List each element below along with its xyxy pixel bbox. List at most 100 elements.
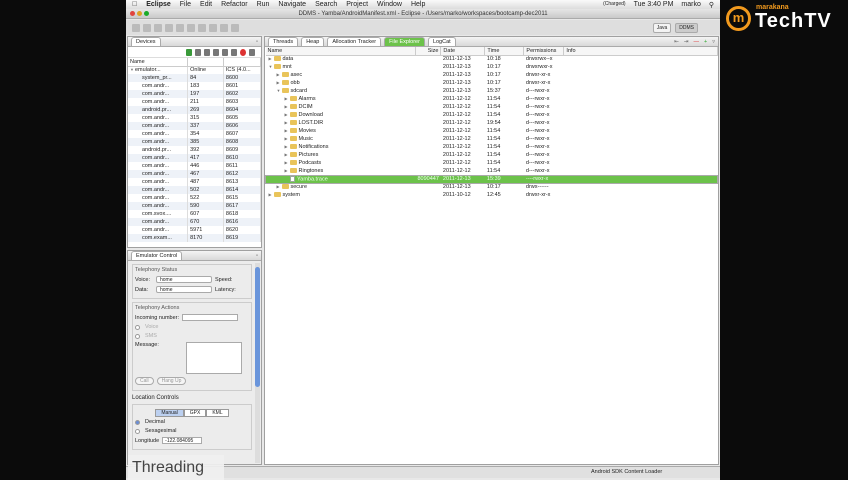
file-row[interactable]: ▶ DCIM 2011-12-12 11:54 d---rwxr-x	[266, 103, 718, 111]
menu-project[interactable]: Project	[346, 1, 368, 8]
tab-allocation-tracker[interactable]: Allocation Tracker	[327, 37, 382, 46]
battery-status[interactable]: (Charged)	[603, 1, 626, 9]
process-row[interactable]: android.pr... 392 8609	[128, 146, 262, 154]
user-menu[interactable]: marko	[681, 1, 700, 9]
file-row[interactable]: ▶ Notifications 2011-12-12 11:54 d---rwxr-x	[266, 143, 718, 151]
menu-help[interactable]: Help	[411, 1, 425, 8]
process-row[interactable]: com.andr... 446 8611	[128, 162, 262, 170]
col-name[interactable]: Name	[265, 47, 416, 56]
save-icon[interactable]	[143, 23, 151, 32]
sms-radio[interactable]: SMS	[145, 333, 157, 339]
col-state[interactable]	[187, 58, 224, 67]
perspective-ddms[interactable]: DDMS	[675, 23, 698, 33]
collapsed-arrow-icon[interactable]: ▶	[285, 168, 290, 173]
process-row[interactable]: com.andr... 337 8606	[128, 122, 262, 130]
menu-edit[interactable]: Edit	[200, 1, 212, 8]
menu-app[interactable]: Eclipse	[146, 1, 171, 8]
file-row[interactable]: ▶ Movies 2011-12-12 11:54 d---rwxr-x	[266, 127, 718, 135]
collapsed-arrow-icon[interactable]: ▶	[285, 120, 290, 125]
process-row[interactable]: com.andr... 502 8614	[128, 186, 262, 194]
screen-capture-icon[interactable]	[249, 48, 255, 56]
dump-hprof-icon[interactable]	[204, 48, 210, 56]
data-select[interactable]: home	[156, 286, 212, 293]
collapsed-arrow-icon[interactable]: ▶	[269, 56, 274, 61]
expanded-arrow-icon[interactable]: ▼	[269, 64, 274, 69]
voice-radio[interactable]: Voice	[145, 324, 158, 330]
menu-run[interactable]: Run	[257, 1, 270, 8]
file-row[interactable]: ▼ mnt 2011-12-13 10:17 drwxrwxr-x	[266, 63, 718, 71]
process-row[interactable]: com.exam... 8170 8619	[128, 234, 262, 242]
push-file-icon[interactable]: ⇥	[684, 39, 689, 45]
col-time[interactable]: Time	[484, 47, 525, 56]
file-row[interactable]: ▶ Ringtones 2011-12-12 11:54 d---rwxr-x	[266, 167, 718, 175]
process-row[interactable]: system_pr... 84 8600	[128, 74, 262, 82]
process-row[interactable]: com.andr... 197 8602	[128, 90, 262, 98]
process-row[interactable]: com.andr... 5971 8620	[128, 226, 262, 234]
message-textarea[interactable]	[186, 342, 242, 374]
file-row[interactable]: Yamba.trace 8090447 2011-12-13 15:39 ----rwx…	[265, 175, 718, 183]
file-row[interactable]: ▶ system 2011-10-12 12:45 drwxr-xr-x	[266, 191, 718, 199]
collapsed-arrow-icon[interactable]: ▶	[269, 192, 274, 197]
process-row[interactable]: com.andr... 183 8601	[128, 82, 262, 90]
collapsed-arrow-icon[interactable]: ▶	[285, 160, 290, 165]
process-row[interactable]: com.andr... 590 8617	[128, 202, 262, 210]
clock[interactable]: Tue 3:40 PM	[634, 1, 674, 9]
col-info[interactable]: Info	[563, 47, 718, 56]
file-row[interactable]: ▶ asec 2011-12-13 10:17 drwxr-xr-x	[266, 71, 718, 79]
tab-gpx[interactable]: GPX	[183, 409, 207, 417]
col-permissions[interactable]: Permissions	[523, 47, 565, 56]
file-row[interactable]: ▶ Pictures 2011-12-12 11:54 d---rwxr-x	[266, 151, 718, 159]
process-row[interactable]: com.andr... 467 8612	[128, 170, 262, 178]
menu-search[interactable]: Search	[315, 1, 337, 8]
collapsed-arrow-icon[interactable]: ▶	[277, 72, 282, 77]
sexagesimal-radio[interactable]: Sexagesimal	[145, 428, 177, 434]
collapsed-arrow-icon[interactable]: ▶	[285, 112, 290, 117]
col-date[interactable]: Date	[440, 47, 486, 56]
file-row[interactable]: ▶ Music 2011-12-12 11:54 d---rwxr-x	[266, 135, 718, 143]
col-name[interactable]: Name	[128, 58, 189, 67]
device-row[interactable]: ▼emulator... Online ICS (4.0...	[128, 66, 262, 74]
process-row[interactable]: com.andr... 487 8613	[128, 178, 262, 186]
spotlight-icon[interactable]: ⚲	[709, 1, 714, 9]
view-menu-icon[interactable]: ▿	[712, 39, 715, 45]
debug-icon[interactable]	[187, 23, 195, 32]
stop-process-icon[interactable]	[240, 48, 246, 56]
collapsed-arrow-icon[interactable]: ▶	[277, 184, 282, 189]
menu-navigate[interactable]: Navigate	[278, 1, 306, 8]
file-row[interactable]: ▶ Podcasts 2011-12-12 11:54 d---rwxr-x	[266, 159, 718, 167]
process-row[interactable]: android.pr... 269 8604	[128, 106, 262, 114]
tab-kml[interactable]: KML	[206, 409, 229, 417]
menu-refactor[interactable]: Refactor	[221, 1, 247, 8]
collapsed-arrow-icon[interactable]: ▶	[285, 144, 290, 149]
file-row[interactable]: ▶ data 2011-12-13 10:18 drwxrwx--x	[266, 55, 718, 63]
apple-icon[interactable]: 	[132, 1, 137, 8]
tab-devices[interactable]: Devices	[131, 37, 161, 46]
call-button[interactable]: Call	[135, 377, 154, 385]
expanded-arrow-icon[interactable]: ▼	[277, 88, 282, 93]
debug-process-icon[interactable]	[186, 48, 192, 56]
tab-logcat[interactable]: LogCat	[427, 37, 456, 46]
method-profiling-icon[interactable]	[231, 48, 237, 56]
col-size[interactable]: Size	[415, 47, 442, 56]
new-icon[interactable]	[132, 23, 140, 32]
update-threads-icon[interactable]	[222, 48, 228, 56]
file-row[interactable]: ▶ LOST.DIR 2011-12-12 19:54 d---rwxr-x	[266, 119, 718, 127]
view-minmax-icon[interactable]: ▫	[256, 39, 261, 45]
collapsed-arrow-icon[interactable]: ▶	[277, 80, 282, 85]
menu-window[interactable]: Window	[377, 1, 402, 8]
process-row[interactable]: com.andr... 211 8603	[128, 98, 262, 106]
collapsed-arrow-icon[interactable]: ▶	[285, 136, 290, 141]
process-row[interactable]: com.andr... 670 8616	[128, 218, 262, 226]
close-button[interactable]	[130, 11, 135, 16]
process-row[interactable]: com.andr... 417 8610	[128, 154, 262, 162]
file-row[interactable]: ▼ sdcard 2011-12-13 15:37 d---rwxr-x	[266, 87, 718, 95]
collapsed-arrow-icon[interactable]: ▶	[285, 104, 290, 109]
hang-up-button[interactable]: Hang Up	[156, 377, 187, 385]
file-row[interactable]: ▶ obb 2011-12-13 10:17 drwxr-xr-x	[266, 79, 718, 87]
tab-heap[interactable]: Heap	[301, 37, 325, 46]
cause-gc-icon[interactable]	[213, 48, 219, 56]
process-row[interactable]: com.andr... 385 8608	[128, 138, 262, 146]
perspective-java[interactable]: Java	[652, 23, 672, 33]
android-sdk-icon[interactable]	[165, 23, 173, 32]
tab-file-explorer[interactable]: File Explorer	[384, 37, 425, 46]
